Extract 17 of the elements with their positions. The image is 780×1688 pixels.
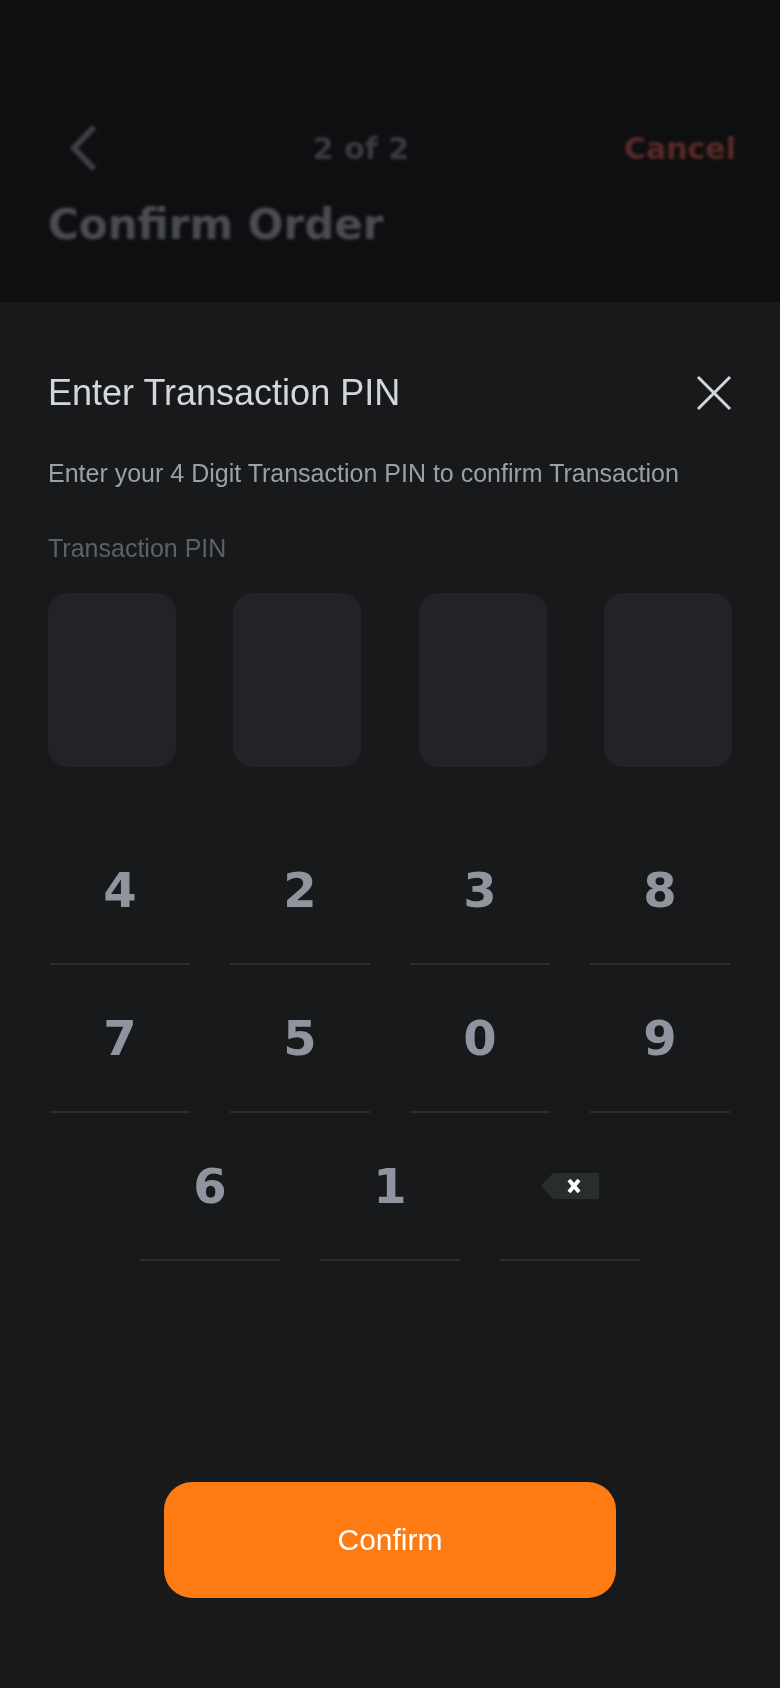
- keypad-key[interactable]: 1: [320, 1113, 460, 1261]
- field-label: Transaction PIN: [48, 534, 228, 563]
- instruction-text: Enter your 4 Digit Transaction PIN to confirm Transaction: [48, 458, 680, 489]
- keypad-key[interactable]: 5: [230, 965, 370, 1113]
- backspace-icon: [541, 1173, 599, 1199]
- keypad-key[interactable]: 0: [410, 965, 550, 1113]
- keypad-key[interactable]: 2: [230, 817, 370, 965]
- back-icon[interactable]: [68, 123, 98, 173]
- keypad-key[interactable]: 3: [410, 817, 550, 965]
- close-icon[interactable]: [696, 375, 732, 411]
- keypad-key[interactable]: 6: [140, 1113, 280, 1261]
- keypad-key[interactable]: 8: [590, 817, 730, 965]
- page-title: Confirm Order: [48, 200, 385, 249]
- keypad-key[interactable]: 4: [50, 817, 190, 965]
- keypad-key[interactable]: 7: [50, 965, 190, 1113]
- keypad-key[interactable]: 9: [590, 965, 730, 1113]
- sheet-title: Enter Transaction PIN: [48, 372, 401, 414]
